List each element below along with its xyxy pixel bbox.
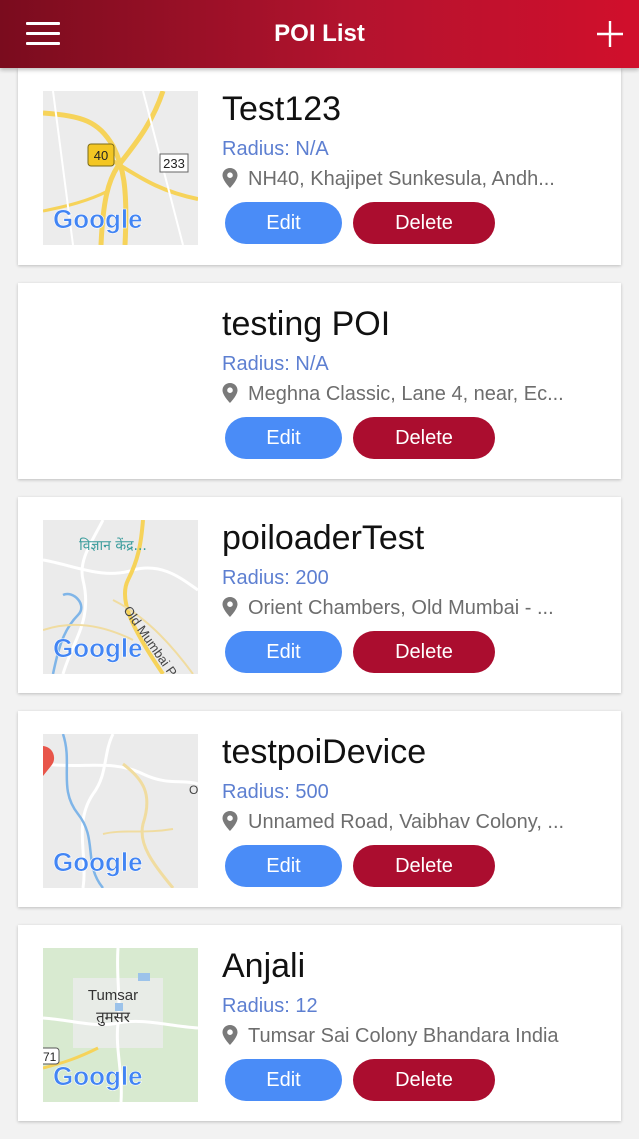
- poi-address: Tumsar Sai Colony Bhandara India: [222, 1025, 594, 1048]
- google-logo: Google: [53, 847, 143, 877]
- poi-address-text: Meghna Classic, Lane 4, near, Ec...: [248, 383, 564, 405]
- edit-button[interactable]: Edit: [225, 417, 342, 459]
- poi-address-text: Orient Chambers, Old Mumbai - ...: [248, 597, 554, 619]
- poi-list: 40 233 Google Test123 Radius: N/A NH40, …: [18, 68, 621, 1139]
- poi-card: विज्ञान केंद्र... Old Mumbai P Google po…: [18, 497, 621, 693]
- poi-address-text: Tumsar Sai Colony Bhandara India: [248, 1025, 559, 1047]
- poi-card: Tumsar तुमसर 71 Google Anjali Radius: 12…: [18, 925, 621, 1121]
- poi-card: O Google testpoiDevice Radius: 500 Unnam…: [18, 711, 621, 907]
- poi-name: testing POI: [222, 305, 391, 343]
- map-place-label-alt: तुमसर: [96, 1008, 131, 1027]
- poi-address-text: NH40, Khajipet Sunkesula, Andh...: [248, 168, 555, 190]
- location-pin-icon: [222, 168, 238, 188]
- plus-icon[interactable]: [597, 20, 623, 48]
- poi-address: Meghna Classic, Lane 4, near, Ec...: [222, 383, 594, 406]
- map-thumbnail[interactable]: Tumsar तुमसर 71 Google: [43, 948, 198, 1102]
- google-logo: Google: [53, 633, 143, 663]
- page-title: POI List: [274, 20, 365, 47]
- edit-button[interactable]: Edit: [225, 1059, 342, 1101]
- poi-address: NH40, Khajipet Sunkesula, Andh...: [222, 168, 594, 191]
- poi-card: 40 233 Google Test123 Radius: N/A NH40, …: [18, 68, 621, 265]
- poi-name: testpoiDevice: [222, 733, 427, 771]
- location-pin-icon: [222, 811, 238, 831]
- poi-card: testing POI Radius: N/A Meghna Classic, …: [18, 283, 621, 479]
- poi-radius: Radius: N/A: [222, 138, 329, 160]
- map-place-label: Tumsar: [88, 987, 138, 1004]
- edit-button[interactable]: Edit: [225, 202, 342, 244]
- location-pin-icon: [222, 383, 238, 403]
- delete-button[interactable]: Delete: [353, 417, 495, 459]
- map-route-shield: 40: [94, 148, 108, 163]
- delete-button[interactable]: Delete: [353, 631, 495, 673]
- poi-name: Anjali: [222, 947, 306, 985]
- map-place-label: विज्ञान केंद्र...: [79, 537, 147, 554]
- poi-radius: Radius: 500: [222, 781, 329, 803]
- map-thumbnail[interactable]: विज्ञान केंद्र... Old Mumbai P Google: [43, 520, 198, 674]
- poi-address-text: Unnamed Road, Vaibhav Colony, ...: [248, 811, 565, 833]
- edit-button[interactable]: Edit: [225, 845, 342, 887]
- delete-button[interactable]: Delete: [353, 1059, 495, 1101]
- poi-radius: Radius: N/A: [222, 353, 329, 375]
- poi-radius: Radius: 200: [222, 567, 329, 589]
- google-logo: Google: [53, 1061, 143, 1091]
- svg-text:O: O: [189, 783, 198, 797]
- poi-name: poiloaderTest: [222, 519, 425, 557]
- google-logo: Google: [53, 204, 143, 234]
- location-pin-icon: [222, 1025, 238, 1045]
- poi-name: Test123: [222, 90, 342, 128]
- delete-button[interactable]: Delete: [353, 845, 495, 887]
- delete-button[interactable]: Delete: [353, 202, 495, 244]
- poi-address: Orient Chambers, Old Mumbai - ...: [222, 597, 594, 620]
- map-thumbnail[interactable]: O Google: [43, 734, 198, 888]
- app-header: POI List: [0, 0, 639, 68]
- edit-button[interactable]: Edit: [225, 631, 342, 673]
- map-thumbnail[interactable]: 40 233 Google: [43, 91, 198, 245]
- poi-radius: Radius: 12: [222, 995, 318, 1017]
- poi-address: Unnamed Road, Vaibhav Colony, ...: [222, 811, 594, 834]
- location-pin-icon: [222, 597, 238, 617]
- map-road-label: 233: [163, 156, 185, 171]
